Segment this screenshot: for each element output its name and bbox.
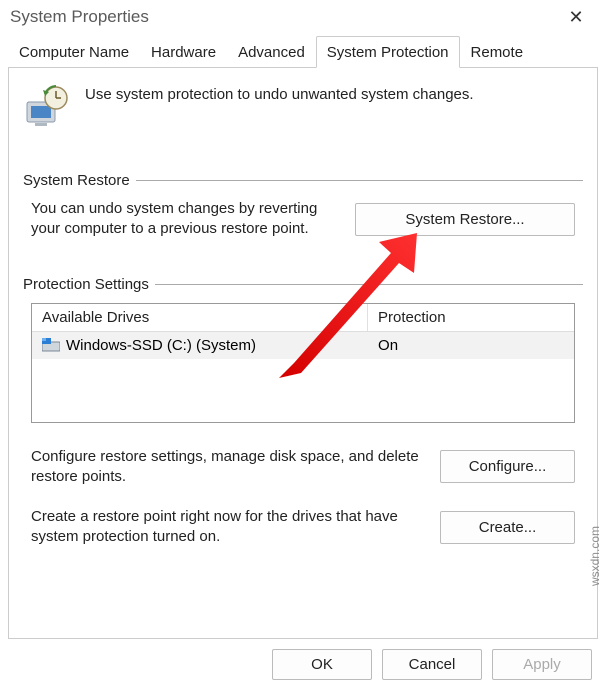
restore-description: You can undo system changes by reverting… <box>31 199 339 240</box>
tab-panel: Use system protection to undo unwanted s… <box>8 67 598 639</box>
system-protection-icon <box>23 84 71 132</box>
close-icon[interactable]: ✕ <box>556 7 596 28</box>
create-description: Create a restore point right now for the… <box>31 507 424 548</box>
configure-description: Configure restore settings, manage disk … <box>31 447 424 488</box>
intro-text: Use system protection to undo unwanted s… <box>85 84 474 103</box>
dialog-footer: OK Cancel Apply <box>0 639 606 690</box>
col-header-protection[interactable]: Protection <box>368 304 574 331</box>
create-button[interactable]: Create... <box>440 511 575 544</box>
configure-button[interactable]: Configure... <box>440 450 575 483</box>
drives-table[interactable]: Available Drives Protection Windows-SSD … <box>31 303 575 423</box>
system-restore-button[interactable]: System Restore... <box>355 203 575 236</box>
tab-advanced[interactable]: Advanced <box>227 36 316 67</box>
protection-settings-legend: Protection Settings <box>23 276 155 293</box>
tab-remote[interactable]: Remote <box>460 36 535 67</box>
drive-name: Windows-SSD (C:) (System) <box>66 337 256 354</box>
system-restore-legend: System Restore <box>23 172 136 189</box>
cancel-button[interactable]: Cancel <box>382 649 482 680</box>
watermark: wsxdn.com <box>588 526 602 586</box>
apply-button[interactable]: Apply <box>492 649 592 680</box>
intro-row: Use system protection to undo unwanted s… <box>23 84 583 132</box>
drive-protection-status: On <box>368 335 574 356</box>
tab-hardware[interactable]: Hardware <box>140 36 227 67</box>
drive-icon <box>42 338 60 352</box>
col-header-drives[interactable]: Available Drives <box>32 304 368 331</box>
window-title: System Properties <box>10 7 149 27</box>
table-row[interactable]: Windows-SSD (C:) (System) On <box>32 332 574 359</box>
ok-button[interactable]: OK <box>272 649 372 680</box>
table-header: Available Drives Protection <box>32 304 574 332</box>
tab-computer-name[interactable]: Computer Name <box>8 36 140 67</box>
tab-system-protection[interactable]: System Protection <box>316 36 460 68</box>
titlebar: System Properties ✕ <box>0 0 606 36</box>
tabs-bar: Computer Name Hardware Advanced System P… <box>8 36 598 67</box>
